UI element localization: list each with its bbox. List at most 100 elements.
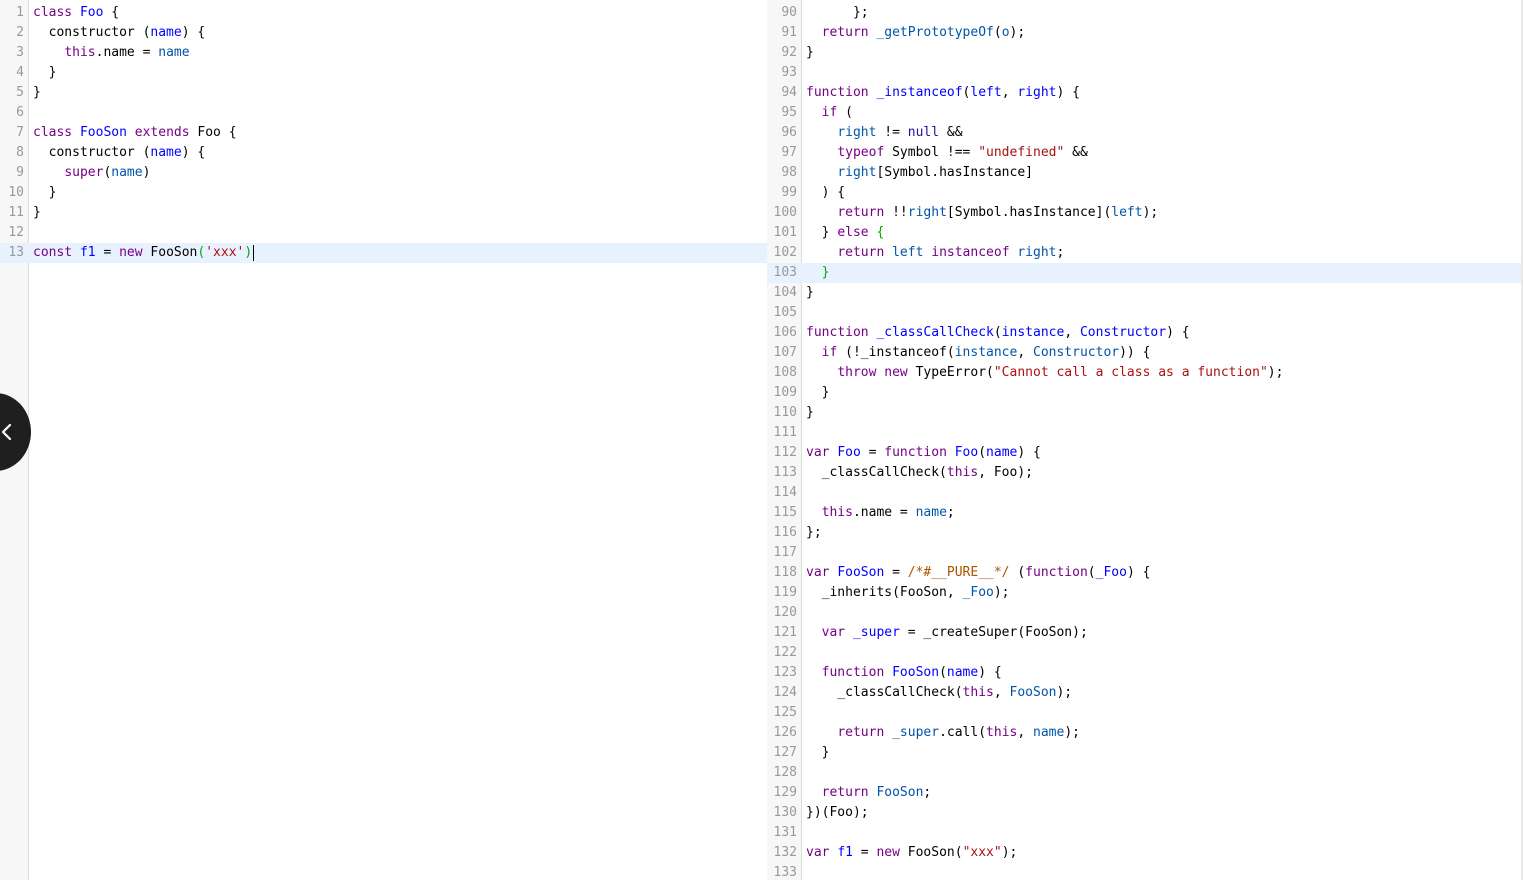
code-line[interactable]: 2 constructor (name) {: [0, 23, 767, 43]
line-code[interactable]: this.name = name;: [806, 503, 955, 523]
line-code[interactable]: constructor (name) {: [33, 23, 206, 43]
line-code[interactable]: }: [806, 743, 830, 763]
line-code[interactable]: _inherits(FooSon, _Foo);: [806, 583, 1010, 603]
line-code[interactable]: return left instanceof right;: [806, 243, 1064, 263]
line-code[interactable]: }: [33, 203, 41, 223]
line-code[interactable]: if (: [806, 103, 853, 123]
code-line[interactable]: 111: [767, 423, 1521, 443]
code-line[interactable]: 125: [767, 703, 1521, 723]
line-code[interactable]: _classCallCheck(this, FooSon);: [806, 683, 1072, 703]
code-line[interactable]: 113 _classCallCheck(this, Foo);: [767, 463, 1521, 483]
code-line[interactable]: 13 const f1 = new FooSon('xxx'): [0, 243, 767, 263]
code-line[interactable]: 10 }: [0, 183, 767, 203]
line-code[interactable]: }: [806, 263, 830, 283]
code-line[interactable]: 3 this.name = name: [0, 43, 767, 63]
line-code[interactable]: } else {: [806, 223, 885, 243]
code-line[interactable]: 5}: [0, 83, 767, 103]
line-code[interactable]: }: [806, 383, 830, 403]
code-line[interactable]: 123 function FooSon(name) {: [767, 663, 1521, 683]
code-line[interactable]: 121 var _super = _createSuper(FooSon);: [767, 623, 1521, 643]
code-line[interactable]: 106 function _classCallCheck(instance, Co…: [767, 323, 1521, 343]
line-code[interactable]: return !!right[Symbol.hasInstance](left)…: [806, 203, 1158, 223]
code-line[interactable]: 9 super(name): [0, 163, 767, 183]
code-line[interactable]: 118 var FooSon = /*#__PURE__*/ (function(…: [767, 563, 1521, 583]
code-line[interactable]: 102 return left instanceof right;: [767, 243, 1521, 263]
code-line[interactable]: 110}: [767, 403, 1521, 423]
code-line[interactable]: 130})(Foo);: [767, 803, 1521, 823]
line-code[interactable]: })(Foo);: [806, 803, 869, 823]
input-code-lines[interactable]: 1 class Foo {2 constructor (name) {3 this…: [0, 0, 767, 263]
code-line[interactable]: 6: [0, 103, 767, 123]
code-line[interactable]: 112 var Foo = function Foo(name) {: [767, 443, 1521, 463]
line-code[interactable]: _classCallCheck(this, Foo);: [806, 463, 1033, 483]
line-code[interactable]: }: [33, 63, 57, 83]
input-editor[interactable]: 1 class Foo {2 constructor (name) {3 this…: [0, 0, 767, 880]
code-line[interactable]: 132 var f1 = new FooSon("xxx");: [767, 843, 1521, 863]
code-line[interactable]: 120: [767, 603, 1521, 623]
line-code[interactable]: var FooSon = /*#__PURE__*/ (function(_Fo…: [806, 563, 1150, 583]
line-code[interactable]: class Foo {: [33, 3, 119, 23]
line-code[interactable]: var f1 = new FooSon("xxx");: [806, 843, 1017, 863]
line-code[interactable]: return _getPrototypeOf(o);: [806, 23, 1026, 43]
code-line[interactable]: 127 }: [767, 743, 1521, 763]
code-line[interactable]: 109 }: [767, 383, 1521, 403]
line-code[interactable]: };: [806, 3, 869, 23]
line-code[interactable]: const f1 = new FooSon('xxx'): [33, 243, 255, 263]
line-code[interactable]: }: [806, 43, 814, 63]
code-line[interactable]: 7 class FooSon extends Foo {: [0, 123, 767, 143]
code-line[interactable]: 95 if (: [767, 103, 1521, 123]
code-line[interactable]: 103 }: [767, 263, 1521, 283]
code-line[interactable]: 129 return FooSon;: [767, 783, 1521, 803]
line-code[interactable]: function FooSon(name) {: [806, 663, 1002, 683]
code-line[interactable]: 116};: [767, 523, 1521, 543]
line-code[interactable]: right != null &&: [806, 123, 962, 143]
code-line[interactable]: 98 right[Symbol.hasInstance]: [767, 163, 1521, 183]
code-line[interactable]: 11}: [0, 203, 767, 223]
code-line[interactable]: 114: [767, 483, 1521, 503]
code-line[interactable]: 131: [767, 823, 1521, 843]
code-line[interactable]: 91 return _getPrototypeOf(o);: [767, 23, 1521, 43]
line-code[interactable]: }: [806, 283, 814, 303]
line-code[interactable]: right[Symbol.hasInstance]: [806, 163, 1033, 183]
code-line[interactable]: 108 throw new TypeError("Cannot call a c…: [767, 363, 1521, 383]
code-line[interactable]: 97 typeof Symbol !== "undefined" &&: [767, 143, 1521, 163]
line-code[interactable]: constructor (name) {: [33, 143, 206, 163]
line-code[interactable]: };: [806, 523, 822, 543]
code-line[interactable]: 100 return !!right[Symbol.hasInstance](l…: [767, 203, 1521, 223]
code-line[interactable]: 133: [767, 863, 1521, 880]
line-code[interactable]: if (!_instanceof(instance, Constructor))…: [806, 343, 1151, 363]
line-code[interactable]: }: [33, 183, 57, 203]
code-line[interactable]: 96 right != null &&: [767, 123, 1521, 143]
code-line[interactable]: 1 class Foo {: [0, 3, 767, 23]
line-code[interactable]: throw new TypeError("Cannot call a class…: [806, 363, 1283, 383]
line-code[interactable]: var _super = _createSuper(FooSon);: [806, 623, 1088, 643]
code-line[interactable]: 126 return _super.call(this, name);: [767, 723, 1521, 743]
line-code[interactable]: typeof Symbol !== "undefined" &&: [806, 143, 1087, 163]
code-line[interactable]: 90 };: [767, 3, 1521, 23]
line-code[interactable]: }: [33, 83, 41, 103]
line-code[interactable]: return _super.call(this, name);: [806, 723, 1080, 743]
code-line[interactable]: 8 constructor (name) {: [0, 143, 767, 163]
code-line[interactable]: 117: [767, 543, 1521, 563]
line-code[interactable]: class FooSon extends Foo {: [33, 123, 237, 143]
line-code[interactable]: function _instanceof(left, right) {: [806, 83, 1080, 103]
code-line[interactable]: 92}: [767, 43, 1521, 63]
line-code[interactable]: var Foo = function Foo(name) {: [806, 443, 1041, 463]
line-code[interactable]: return FooSon;: [806, 783, 932, 803]
code-line[interactable]: 122: [767, 643, 1521, 663]
line-code[interactable]: function _classCallCheck(instance, Const…: [806, 323, 1190, 343]
output-code-lines[interactable]: 90 }; 91 return _getPrototypeOf(o); 92} 93 9…: [767, 0, 1521, 880]
code-line[interactable]: 93: [767, 63, 1521, 83]
line-code[interactable]: ) {: [806, 183, 846, 203]
code-line[interactable]: 99 ) {: [767, 183, 1521, 203]
code-line[interactable]: 104}: [767, 283, 1521, 303]
line-code[interactable]: super(name): [33, 163, 150, 183]
code-line[interactable]: 107 if (!_instanceof(instance, Construct…: [767, 343, 1521, 363]
line-code[interactable]: }: [806, 403, 814, 423]
code-line[interactable]: 12: [0, 223, 767, 243]
code-line[interactable]: 119 _inherits(FooSon, _Foo);: [767, 583, 1521, 603]
output-editor[interactable]: 90 }; 91 return _getPrototypeOf(o); 92} 93 9…: [767, 0, 1521, 880]
code-line[interactable]: 128: [767, 763, 1521, 783]
code-line[interactable]: 4 }: [0, 63, 767, 83]
code-line[interactable]: 124 _classCallCheck(this, FooSon);: [767, 683, 1521, 703]
